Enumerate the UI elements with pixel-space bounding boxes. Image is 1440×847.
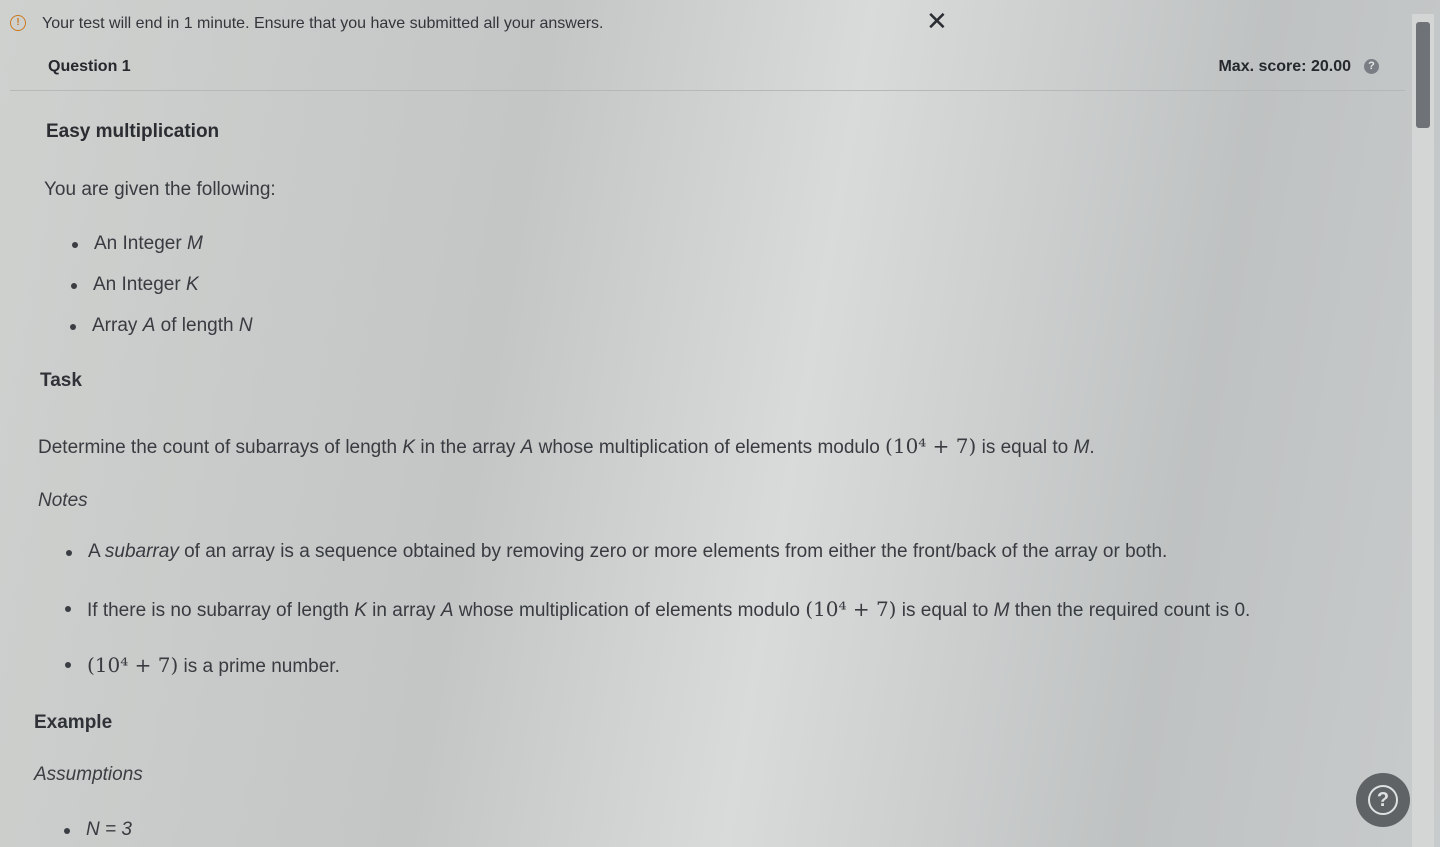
assumptions-heading: Assumptions [34,764,143,785]
note-math: (10⁴ + 7) [87,653,179,677]
note-var: A [440,600,454,621]
note-text: is a prime number. [178,656,340,677]
scrollbar-thumb[interactable] [1416,22,1430,128]
given-item: An Integer M [72,233,203,255]
given-item: Array A of length N [70,315,253,337]
given-item: An Integer K [71,274,199,296]
time-warning-text: Your test will end in 1 minute. Ensure t… [42,15,604,32]
note-text: of an array is a sequence obtained by re… [178,541,1168,562]
test-page: ! Your test will end in 1 minute. Ensure… [0,0,1440,847]
note-text: A [88,541,105,562]
assumption-item: N = 3 [64,819,132,841]
help-button[interactable]: ? [1356,773,1410,827]
note-item: A subarray of an array is a sequence obt… [65,541,1168,563]
given-item-text: of length [155,315,239,336]
note-text: If there is no subarray of length [87,600,355,621]
question-header: Question 1 Max. score: 20.00 ? [10,48,1405,91]
task-math: (10⁴ + 7) [885,434,977,458]
given-item-text: Array [92,315,143,336]
note-text: then the required count is 0. [1009,600,1251,621]
scrollbar-track[interactable] [1412,14,1434,847]
given-item-text: An Integer [94,233,187,254]
task-var: A [520,437,534,458]
task-text-part: in the array [415,437,521,458]
time-warning-banner: ! Your test will end in 1 minute. Ensure… [0,0,960,48]
task-var: K [402,437,416,458]
task-text-part: . [1089,437,1095,458]
task-text-part: Determine the count of subarrays of leng… [38,437,403,458]
given-item-var: K [185,274,199,295]
score-help-icon[interactable]: ? [1364,59,1379,74]
task-text-part: whose multiplication of elements modulo [533,437,886,458]
assumption-text: N = 3 [86,819,132,840]
task-text-part: is equal to [976,437,1074,458]
question-number: Question 1 [48,58,131,75]
note-text: is equal to [896,600,994,621]
given-item-var: M [186,233,203,254]
task-heading: Task [40,370,82,391]
close-icon[interactable]: ✕ [926,8,950,34]
note-item: (10⁴ + 7) is a prime number. [65,653,340,678]
info-circle-icon: ! [10,15,26,31]
given-item-var: N [238,315,253,336]
note-item: If there is no subarray of length K in a… [64,597,1251,622]
note-math: (10⁴ + 7) [805,597,897,621]
note-var: M [993,600,1010,621]
note-text: whose multiplication of elements modulo [453,600,806,621]
note-text: in array [366,600,441,621]
given-item-var: A [142,315,156,336]
note-var: K [354,600,367,621]
given-item-text: An Integer [93,274,186,295]
notes-heading: Notes [38,490,88,511]
help-circle-icon: ? [1368,785,1398,815]
note-emphasis: subarray [104,541,179,562]
task-var: M [1073,437,1090,458]
problem-intro: You are given the following: [44,179,276,200]
problem-title: Easy multiplication [46,121,220,142]
max-score: Max. score: 20.00 [1218,58,1351,75]
task-text: Determine the count of subarrays of leng… [38,434,1095,459]
example-heading: Example [34,712,113,733]
